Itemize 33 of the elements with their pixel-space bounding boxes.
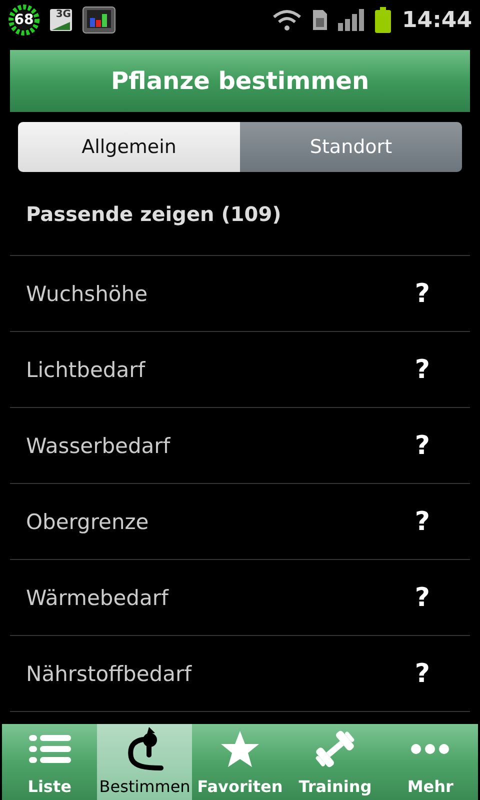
nav-tab[interactable]: Favoriten — [192, 724, 288, 800]
segment-tab[interactable]: Standort — [240, 122, 462, 172]
criterion-value[interactable]: ? — [414, 278, 430, 308]
battery-widget: 68 — [8, 4, 40, 36]
dumbbell-icon — [314, 728, 356, 768]
signal-icon — [338, 9, 364, 31]
criterion-value[interactable]: ? — [414, 354, 430, 384]
clock: 14:44 — [402, 8, 472, 32]
criterion-value[interactable]: ? — [414, 430, 430, 460]
list-icon — [28, 734, 71, 764]
nav-tab[interactable]: Mehr — [382, 724, 478, 800]
criterion-label[interactable]: Wasserbedarf — [26, 434, 170, 458]
criterion-label[interactable]: Wuchshöhe — [26, 282, 148, 306]
wifi-icon — [272, 9, 302, 31]
screen-title: Pflanze bestimmen — [10, 50, 470, 112]
criterion-value[interactable]: ? — [414, 658, 430, 688]
battery-icon — [374, 7, 392, 33]
criterion-value[interactable]: ? — [414, 506, 430, 536]
criterion-label[interactable]: Wärmebedarf — [26, 586, 168, 610]
criterion-label[interactable]: Nährstoffbedarf — [26, 662, 192, 686]
segment-tab[interactable]: Allgemein — [18, 122, 240, 172]
criterion-label[interactable]: Lichtbedarf — [26, 358, 146, 382]
network-icon: 3G — [50, 9, 72, 31]
show-matches-item[interactable]: Passende zeigen (109) — [10, 172, 470, 256]
nav-tab[interactable]: Liste — [2, 724, 98, 800]
nav-tab[interactable]: Bestimmen — [97, 724, 192, 800]
nav-tab[interactable]: Training — [288, 724, 383, 800]
chart-app-icon — [82, 6, 116, 34]
sim-card-icon — [312, 9, 328, 31]
more-icon — [410, 742, 450, 754]
criterion-label[interactable]: Obergrenze — [26, 510, 149, 534]
star-icon — [220, 730, 260, 768]
criterion-value[interactable]: ? — [414, 582, 430, 612]
